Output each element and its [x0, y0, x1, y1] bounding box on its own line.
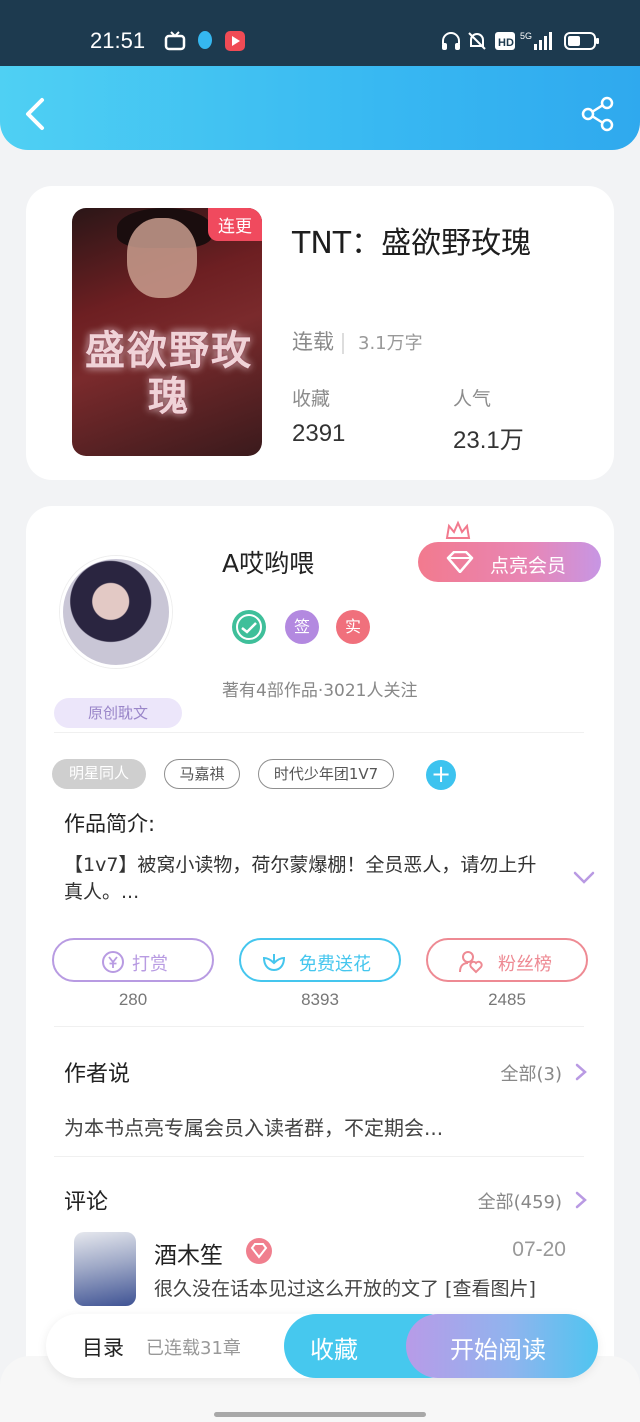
- author-works-followers: 著有4部作品·3021人关注: [222, 681, 418, 701]
- header-bar: [0, 66, 640, 150]
- send-flower-button[interactable]: 免费送花: [239, 938, 401, 982]
- author-says-heading: 作者说: [64, 1062, 131, 1087]
- comments-all-link[interactable]: 全部(459): [478, 1188, 562, 1214]
- original-danmei-badge: 原创耽文: [54, 698, 182, 728]
- chevron-right-icon[interactable]: [574, 1062, 588, 1082]
- tv-app-icon: [164, 31, 186, 51]
- favorites-value: 2391: [292, 420, 346, 447]
- author-says-all-link[interactable]: 全部(3): [501, 1060, 563, 1086]
- fan-ranking-button[interactable]: 粉丝榜: [426, 938, 588, 982]
- cover-figure-face: [127, 218, 197, 298]
- word-count: 3.1万字: [342, 333, 423, 354]
- fan-count: 2485: [488, 990, 526, 1009]
- fan-ranking-label: 粉丝榜: [498, 954, 552, 975]
- start-reading-label: 开始阅读: [450, 1336, 546, 1364]
- flower-icon: [262, 954, 286, 972]
- book-cover[interactable]: 盛欲野玫瑰 连更: [72, 208, 262, 456]
- chevron-right-icon[interactable]: [574, 1190, 588, 1210]
- diamond-icon: [250, 1243, 268, 1259]
- vip-member-button[interactable]: 点亮会员: [418, 542, 601, 582]
- qq-app-icon: [198, 31, 212, 49]
- intro-heading: 作品简介:: [64, 812, 156, 836]
- tag-chip[interactable]: 明星同人: [52, 759, 146, 789]
- tip-label: 打赏: [132, 954, 168, 975]
- chapters-count: 已连载31章: [146, 1338, 241, 1359]
- share-icon[interactable]: [580, 96, 616, 132]
- status-time: 21:51: [90, 28, 146, 53]
- intro-text[interactable]: 【1v7】被窝小读物，荷尔蒙爆棚！全员恶人，请勿上升真人。...: [64, 852, 544, 906]
- commenter-name[interactable]: 酒木笙: [154, 1236, 223, 1270]
- user-heart-icon: [459, 951, 483, 974]
- diamond-icon: [446, 551, 474, 573]
- back-arrow-icon[interactable]: [20, 94, 50, 134]
- verified-real-badge[interactable]: 实: [336, 610, 370, 644]
- send-flower-label: 免费送花: [299, 954, 371, 975]
- book-title: TNT：盛欲野玫瑰: [292, 226, 532, 261]
- chevron-down-icon[interactable]: [572, 870, 596, 886]
- popularity-label: 人气: [453, 388, 492, 410]
- start-reading-button[interactable]: 开始阅读: [406, 1314, 598, 1378]
- handshake-badge-icon[interactable]: [232, 610, 266, 644]
- tip-button[interactable]: 打赏: [52, 938, 214, 982]
- home-indicator[interactable]: [214, 1412, 426, 1417]
- details-card: 原创耽文 A哎哟喂 点亮会员 签 实 著有4部作品·3021人关注 明星同人 马…: [26, 506, 614, 1422]
- mute-bell-icon: [468, 32, 486, 50]
- crown-icon: [445, 520, 471, 539]
- headphones-icon: [442, 32, 460, 50]
- book-info-card: 盛欲野玫瑰 连更 TNT：盛欲野玫瑰 连载 3.1万字 收藏 2391 人气 23…: [26, 186, 614, 480]
- divider: [54, 1156, 584, 1157]
- favorite-label: 收藏: [310, 1336, 358, 1364]
- hd-icon: HD: [495, 32, 515, 50]
- author-name[interactable]: A哎哟喂: [222, 544, 314, 580]
- flower-count: 8393: [301, 990, 339, 1009]
- status-bar: 21:51 HD 5G: [0, 0, 640, 66]
- handshake-icon: [236, 614, 262, 640]
- vip-button-label: 点亮会员: [490, 555, 567, 577]
- signed-author-badge[interactable]: 签: [285, 610, 319, 644]
- author-avatar[interactable]: [60, 556, 172, 668]
- svg-text:HD: HD: [498, 37, 514, 49]
- yen-coin-icon: [102, 951, 124, 973]
- book-meta: 连载 3.1万字: [292, 326, 423, 356]
- popularity-value: 23.1万: [453, 427, 524, 454]
- favorites-label: 收藏: [292, 388, 331, 410]
- tag-chip[interactable]: 时代少年团1V7: [258, 759, 394, 789]
- cover-title: 盛欲野玫瑰: [85, 327, 253, 420]
- tag-chip[interactable]: 马嘉祺: [164, 759, 240, 789]
- svg-text:5G: 5G: [520, 31, 532, 41]
- add-tag-button[interactable]: +: [426, 760, 456, 790]
- catalog-button[interactable]: 目录: [82, 1332, 124, 1362]
- serializing-tag: 连更: [208, 208, 262, 241]
- comments-heading: 评论: [64, 1190, 109, 1215]
- author-says-text[interactable]: 为本书点亮专属会员入读者群，不定期会...: [64, 1112, 443, 1141]
- battery-icon: [564, 32, 599, 50]
- divider: [54, 732, 584, 733]
- divider: [54, 1026, 584, 1027]
- vip-diamond-icon: [246, 1238, 272, 1264]
- video-app-icon: [225, 31, 245, 51]
- floating-action-bar: 目录 已连载31章 收藏 开始阅读: [46, 1314, 598, 1378]
- comment-text[interactable]: 很久没在话本见过这么开放的文了 [查看图片]: [154, 1276, 554, 1316]
- tip-count: 280: [118, 990, 148, 1009]
- book-status: 连载: [292, 330, 334, 354]
- comment-date: 07-20: [512, 1238, 566, 1261]
- commenter-avatar[interactable]: [74, 1232, 136, 1306]
- signal-5g-icon: 5G: [520, 31, 552, 50]
